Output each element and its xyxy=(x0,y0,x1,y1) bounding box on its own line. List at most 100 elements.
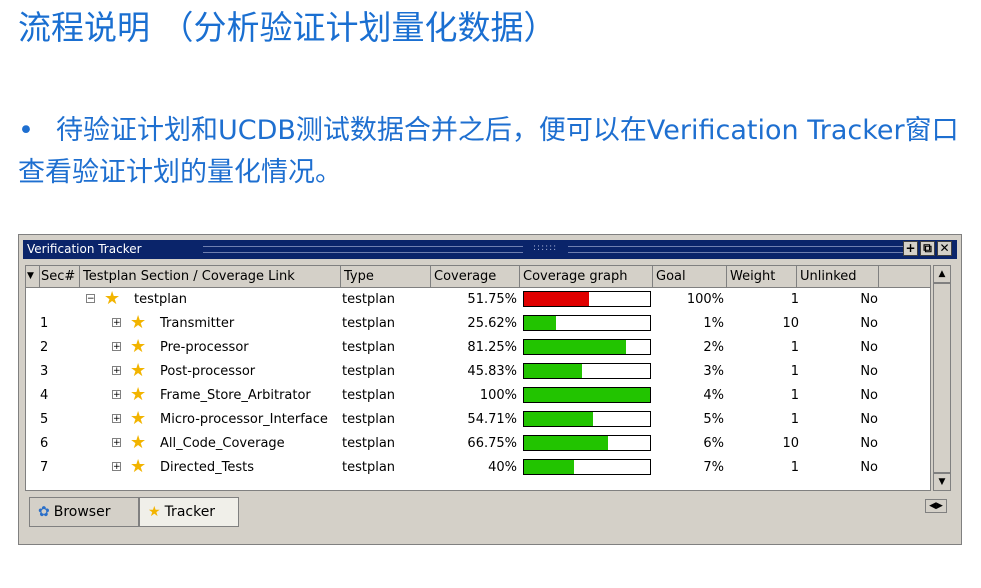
weight-cell: 10 xyxy=(782,316,799,331)
type-cell: testplan xyxy=(342,388,396,403)
column-header-sec[interactable]: Sec# xyxy=(40,266,80,288)
star-icon: ★ xyxy=(130,360,147,381)
weight-cell: 1 xyxy=(790,388,799,403)
drag-grip[interactable] xyxy=(203,246,523,253)
coverage-bar xyxy=(523,459,651,475)
weight-cell: 1 xyxy=(790,292,799,307)
section-number: 6 xyxy=(40,436,49,451)
star-icon: ★ xyxy=(130,408,147,429)
drag-handle-dots[interactable]: :::::: xyxy=(533,243,563,255)
unlinked-cell: No xyxy=(860,292,878,307)
expand-icon[interactable]: + xyxy=(112,438,121,448)
expand-icon[interactable]: + xyxy=(112,414,121,424)
collapse-icon[interactable]: − xyxy=(86,294,95,304)
table-row[interactable]: 2 + ★ Pre-processor testplan 81.25% 2% 1 No xyxy=(26,336,930,360)
table-row[interactable]: − ★ testplan testplan 51.75% 100% 1 No xyxy=(26,288,930,312)
column-header-weight[interactable]: Weight xyxy=(727,266,797,288)
coverage-bar-fill xyxy=(524,316,557,330)
table-row[interactable]: 7 + ★ Directed_Tests testplan 40% 7% 1 No xyxy=(26,456,930,480)
unlinked-cell: No xyxy=(860,316,878,331)
expand-icon[interactable]: + xyxy=(112,462,121,472)
column-header-type[interactable]: Type xyxy=(341,266,431,288)
section-number: 2 xyxy=(40,340,49,355)
slide-title: 流程说明 （分析验证计划量化数据） xyxy=(18,8,557,47)
coverage-cell: 81.25% xyxy=(467,340,517,355)
unlinked-cell: No xyxy=(860,436,878,451)
coverage-cell: 66.75% xyxy=(467,436,517,451)
section-name: Frame_Store_Arbitrator xyxy=(160,388,311,403)
table-row[interactable]: 1 + ★ Transmitter testplan 25.62% 1% 10 No xyxy=(26,312,930,336)
expand-icon[interactable]: + xyxy=(112,318,121,328)
weight-cell: 1 xyxy=(790,460,799,475)
column-header-coverage[interactable]: Coverage xyxy=(431,266,520,288)
star-icon: ★ xyxy=(130,432,147,453)
coverage-bar xyxy=(523,291,651,307)
column-header-goal[interactable]: Goal xyxy=(653,266,727,288)
star-icon: ★ xyxy=(130,384,147,405)
window-titlebar[interactable]: Verification Tracker :::::: + ⧉ ✕ xyxy=(23,240,957,259)
table-row[interactable]: 4 + ★ Frame_Store_Arbitrator testplan 100% 4% 1… xyxy=(26,384,930,408)
coverage-bar xyxy=(523,315,651,331)
coverage-cell: 51.75% xyxy=(467,292,517,307)
type-cell: testplan xyxy=(342,412,396,427)
drag-grip[interactable] xyxy=(568,246,908,253)
coverage-bar xyxy=(523,339,651,355)
maximize-button[interactable]: + xyxy=(903,241,918,256)
unlinked-cell: No xyxy=(860,412,878,427)
star-icon: ★ xyxy=(104,288,121,309)
expand-icon[interactable]: + xyxy=(112,366,121,376)
section-number: 1 xyxy=(40,316,49,331)
coverage-cell: 40% xyxy=(488,460,517,475)
tab-browser[interactable]: ✿ Browser xyxy=(29,497,139,527)
scroll-thumb[interactable] xyxy=(933,283,951,473)
coverage-bar xyxy=(523,435,651,451)
column-header-section[interactable]: Testplan Section / Coverage Link xyxy=(80,266,341,288)
close-button[interactable]: ✕ xyxy=(937,241,952,256)
bullet-mark: • xyxy=(18,115,34,146)
coverage-cell: 100% xyxy=(479,388,517,403)
verification-tracker-window: Verification Tracker :::::: + ⧉ ✕ ▼ Sec#… xyxy=(18,234,962,545)
unlinked-cell: No xyxy=(860,340,878,355)
section-name: testplan xyxy=(134,292,188,307)
section-name: Post-processor xyxy=(160,364,256,379)
goal-cell: 4% xyxy=(703,388,724,403)
table-row[interactable]: 6 + ★ All_Code_Coverage testplan 66.75% 6% 10 No xyxy=(26,432,930,456)
goal-cell: 6% xyxy=(703,436,724,451)
column-header-unlinked[interactable]: Unlinked xyxy=(797,266,879,288)
scroll-up-button[interactable]: ▲ xyxy=(933,265,951,283)
expand-icon[interactable]: + xyxy=(112,390,121,400)
tab-scroll-arrows[interactable]: ◀▶ xyxy=(925,499,947,513)
weight-cell: 1 xyxy=(790,364,799,379)
column-header-coverage-graph[interactable]: Coverage graph xyxy=(520,266,653,288)
table-row[interactable]: 3 + ★ Post-processor testplan 45.83% 3% 1 No xyxy=(26,360,930,384)
coverage-bar-fill xyxy=(524,340,627,354)
coverage-bar-fill xyxy=(524,292,590,306)
section-number: 5 xyxy=(40,412,49,427)
section-name: All_Code_Coverage xyxy=(160,436,285,451)
type-cell: testplan xyxy=(342,460,396,475)
sort-menu-icon[interactable]: ▼ xyxy=(26,266,40,288)
coverage-bar-fill xyxy=(524,388,650,402)
unlinked-cell: No xyxy=(860,364,878,379)
table-row[interactable]: 5 + ★ Micro-processor_Interface testplan 54.7… xyxy=(26,408,930,432)
browser-icon: ✿ xyxy=(38,504,50,520)
type-cell: testplan xyxy=(342,316,396,331)
bullet-text: 待验证计划和UCDB测试数据合并之后，便可以在Verification Trac… xyxy=(18,115,959,188)
star-icon: ★ xyxy=(130,456,147,477)
coverage-bar xyxy=(523,363,651,379)
undock-button[interactable]: ⧉ xyxy=(920,241,935,256)
unlinked-cell: No xyxy=(860,388,878,403)
tab-tracker[interactable]: ★ Tracker xyxy=(139,497,239,527)
column-header-filler xyxy=(879,266,930,288)
goal-cell: 3% xyxy=(703,364,724,379)
expand-icon[interactable]: + xyxy=(112,342,121,352)
star-icon: ★ xyxy=(130,312,147,333)
goal-cell: 5% xyxy=(703,412,724,427)
section-name: Micro-processor_Interface xyxy=(160,412,328,427)
coverage-cell: 45.83% xyxy=(467,364,517,379)
type-cell: testplan xyxy=(342,292,396,307)
scroll-down-button[interactable]: ▼ xyxy=(933,473,951,491)
vertical-scrollbar[interactable]: ▲ ▼ xyxy=(933,265,951,491)
type-cell: testplan xyxy=(342,340,396,355)
coverage-cell: 25.62% xyxy=(467,316,517,331)
